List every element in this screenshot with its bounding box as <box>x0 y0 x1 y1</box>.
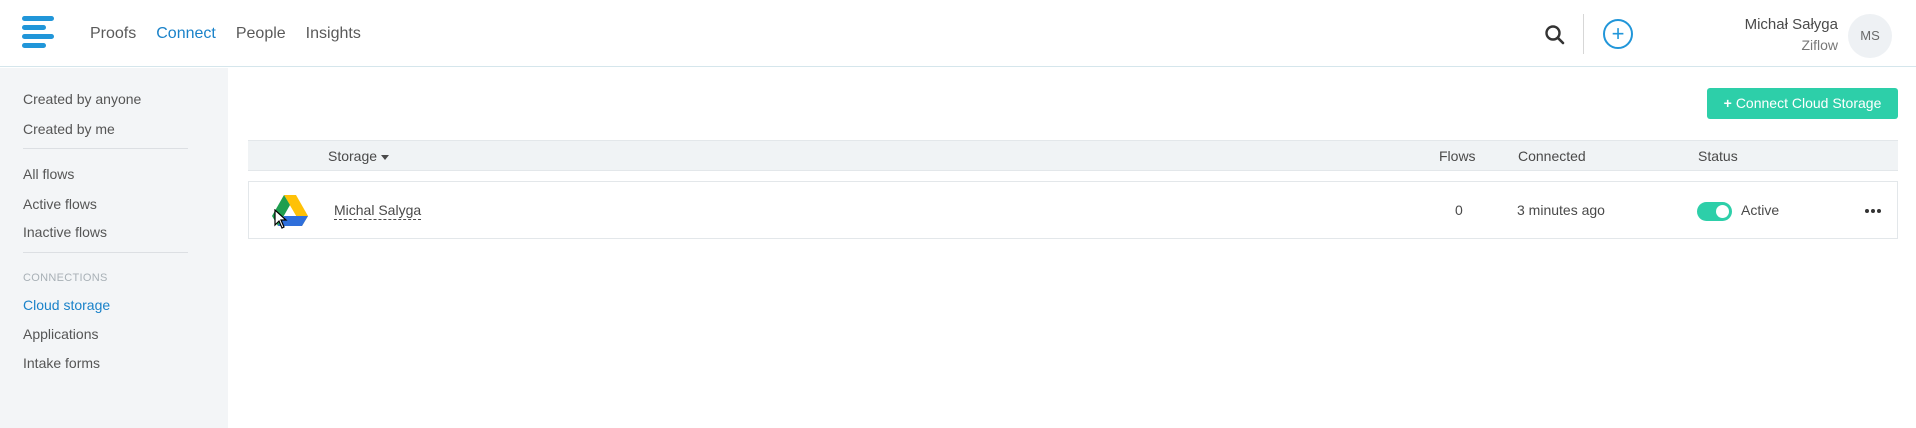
nav-connect[interactable]: Connect <box>156 25 216 43</box>
toggle-knob <box>1716 205 1729 218</box>
connect-cloud-storage-button[interactable]: + Connect Cloud Storage <box>1707 88 1898 119</box>
avatar[interactable]: MS <box>1848 14 1892 58</box>
table-row[interactable]: Michal Salyga 0 3 minutes ago Active <box>248 181 1898 239</box>
sidebar-item-created-by-me[interactable]: Created by me <box>23 121 115 137</box>
storage-name[interactable]: Michal Salyga <box>334 202 422 220</box>
sidebar-item-cloud-storage[interactable]: Cloud storage <box>23 297 110 313</box>
connect-cloud-storage-label: Connect Cloud Storage <box>1735 95 1882 111</box>
sidebar-item-created-by-anyone[interactable]: Created by anyone <box>23 91 141 107</box>
more-options-icon[interactable] <box>1864 200 1888 220</box>
sidebar-item-inactive-flows[interactable]: Inactive flows <box>23 224 107 240</box>
add-circle-icon[interactable]: + <box>1603 19 1633 49</box>
column-header-flows: Flows <box>1439 148 1476 164</box>
sidebar: Created by anyone Created by me All flow… <box>0 68 228 428</box>
column-header-connected: Connected <box>1518 148 1586 164</box>
main-nav: Proofs Connect People Insights <box>90 0 381 67</box>
sidebar-divider <box>23 252 188 253</box>
sidebar-item-all-flows[interactable]: All flows <box>23 166 74 182</box>
status-label: Active <box>1741 202 1780 218</box>
nav-proofs[interactable]: Proofs <box>90 25 136 43</box>
table-header: Storage Flows Connected Status <box>248 140 1898 171</box>
nav-people[interactable]: People <box>236 25 286 43</box>
sidebar-heading-connections: CONNECTIONS <box>23 272 108 284</box>
sort-caret-icon <box>381 154 390 160</box>
nav-insights[interactable]: Insights <box>306 25 361 43</box>
header-divider <box>1583 14 1584 54</box>
column-header-status: Status <box>1698 148 1738 164</box>
user-org: Ziflow <box>1801 37 1838 53</box>
top-bar: Proofs Connect People Insights + Michał … <box>0 0 1916 67</box>
search-icon[interactable] <box>1544 24 1566 46</box>
mouse-cursor-icon <box>274 209 288 229</box>
status-toggle[interactable] <box>1697 202 1732 221</box>
flows-count: 0 <box>1455 202 1463 218</box>
plus-icon: + <box>1723 95 1732 111</box>
user-name[interactable]: Michał Sałyga <box>1745 16 1838 33</box>
sidebar-divider <box>23 148 188 149</box>
ziflow-logo-icon[interactable] <box>22 16 54 48</box>
sidebar-item-active-flows[interactable]: Active flows <box>23 196 97 212</box>
sidebar-item-intake-forms[interactable]: Intake forms <box>23 355 100 371</box>
column-header-storage[interactable]: Storage <box>328 148 390 164</box>
sidebar-item-applications[interactable]: Applications <box>23 326 99 342</box>
column-header-storage-label: Storage <box>328 148 378 164</box>
connected-time: 3 minutes ago <box>1517 202 1605 218</box>
storage-name-link[interactable]: Michal Salyga <box>334 202 422 220</box>
